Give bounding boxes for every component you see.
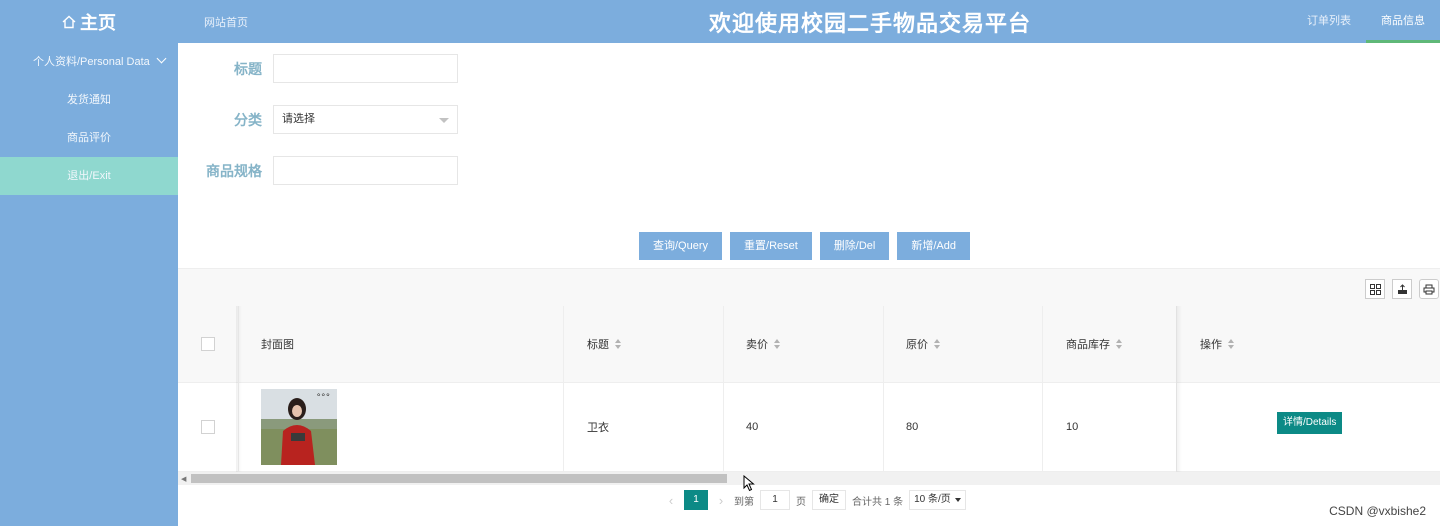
nav-item-products[interactable]: 商品信息 [1366, 0, 1440, 43]
svg-text:✿ ✿ ✿: ✿ ✿ ✿ [317, 392, 330, 397]
form-row-category: 分类 请选择 [178, 105, 458, 134]
sidebar-item-product-review[interactable]: 商品评价 [0, 119, 178, 157]
sidebar-item-exit[interactable]: 退出/Exit [0, 157, 178, 195]
title-input[interactable] [273, 54, 458, 83]
row-price: 40 [746, 421, 759, 433]
site-home-link[interactable]: 网站首页 [204, 14, 248, 30]
watermark: CSDN @vxbishe2 [1329, 504, 1426, 518]
sort-icon[interactable] [1228, 339, 1235, 349]
spec-label: 商品规格 [206, 162, 262, 179]
row-stock: 10 [1066, 421, 1079, 433]
sort-icon[interactable] [615, 339, 622, 349]
select-all-checkbox[interactable] [201, 306, 215, 382]
table-header: 封面图 标题 卖价 原价 商品库存 操作 [178, 306, 1440, 383]
details-button[interactable]: 详情/Details [1277, 412, 1343, 434]
print-icon[interactable] [1419, 279, 1439, 299]
reset-button[interactable]: 重置/Reset [730, 232, 812, 260]
page-size-value: 10 条/页 [914, 494, 951, 505]
sort-icon[interactable] [934, 339, 941, 349]
total-count: 合计共 1 条 [852, 496, 904, 508]
main-content: 标题 分类 请选择 商品规格 查询/Query 重置/Reset 删除/Del … [178, 43, 1440, 526]
table-row: ✿ ✿ ✿ 卫衣 40 80 10 详情/Details [178, 383, 1440, 472]
next-page-icon[interactable]: › [714, 493, 728, 508]
home-link[interactable]: 主页 [0, 0, 178, 43]
category-label: 分类 [234, 111, 262, 128]
mouse-cursor-icon [743, 475, 755, 492]
action-buttons: 查询/Query 重置/Reset 删除/Del 新增/Add [639, 232, 971, 260]
caret-down-icon [439, 118, 449, 123]
scroll-left-icon[interactable]: ◀ [181, 475, 186, 483]
current-page[interactable]: 1 [684, 490, 708, 510]
category-select-value: 请选择 [282, 113, 315, 125]
top-nav: 订单列表 商品信息 [1292, 0, 1440, 43]
sidebar-item-label: 个人资料/Personal Data [33, 56, 150, 68]
column-header-stock[interactable]: 商品库存 [1066, 306, 1123, 382]
form-row-spec: 商品规格 [178, 156, 458, 185]
goto-page-input[interactable]: 1 [760, 490, 790, 510]
pagination: ‹ 1 › 到第 1 页 确定 合计共 1 条 10 条/页 [664, 490, 966, 510]
title-label: 标题 [234, 60, 262, 77]
sort-icon[interactable] [1116, 339, 1123, 349]
row-title: 卫衣 [587, 422, 609, 434]
prev-page-icon[interactable]: ‹ [664, 493, 678, 508]
category-select[interactable]: 请选择 [273, 105, 458, 134]
product-table: 封面图 标题 卖价 原价 商品库存 操作 ✿ ✿ ✿ 卫衣 40 80 10 详… [178, 306, 1440, 472]
sidebar: 个人资料/Personal Data 发货通知 商品评价 退出/Exit [0, 43, 178, 526]
columns-icon[interactable] [1365, 279, 1385, 299]
column-header-original-price[interactable]: 原价 [906, 306, 941, 382]
add-button[interactable]: 新增/Add [897, 232, 971, 260]
fixed-column-shadow [1176, 306, 1182, 472]
column-header-price[interactable]: 卖价 [746, 306, 781, 382]
horizontal-scrollbar[interactable]: ◀ [178, 472, 1440, 485]
chevron-down-icon [156, 53, 167, 64]
caret-down-icon [954, 498, 961, 502]
spec-input[interactable] [273, 156, 458, 185]
home-label: 主页 [80, 12, 116, 33]
delete-button[interactable]: 删除/Del [819, 232, 890, 260]
nav-item-orders[interactable]: 订单列表 [1292, 0, 1366, 43]
export-icon[interactable] [1392, 279, 1412, 299]
goto-label: 到第 [734, 496, 754, 508]
form-row-title: 标题 [178, 54, 458, 83]
sort-icon[interactable] [774, 339, 781, 349]
fixed-column-shadow [236, 306, 242, 472]
query-button[interactable]: 查询/Query [639, 232, 723, 260]
row-checkbox[interactable] [201, 383, 215, 471]
page-size-select[interactable]: 10 条/页 [909, 490, 966, 510]
table-toolbar [178, 268, 1440, 306]
row-actions: 详情/Details [1277, 383, 1343, 471]
cover-image-cell: ✿ ✿ ✿ [261, 383, 337, 471]
page-unit-label: 页 [796, 496, 806, 508]
column-header-cover: 封面图 [261, 339, 294, 351]
top-header: 主页 网站首页 欢迎使用校园二手物品交易平台 订单列表 商品信息 [0, 0, 1440, 43]
goto-confirm-button[interactable]: 确定 [812, 490, 846, 510]
sidebar-item-shipping-notice[interactable]: 发货通知 [0, 81, 178, 119]
row-original-price: 80 [906, 421, 919, 433]
sidebar-item-personal-data[interactable]: 个人资料/Personal Data [0, 43, 178, 81]
column-header-actions[interactable]: 操作 [1200, 306, 1235, 382]
column-header-title[interactable]: 标题 [587, 306, 622, 382]
scrollbar-thumb[interactable] [191, 474, 727, 483]
home-icon [62, 15, 76, 28]
product-cover-image[interactable]: ✿ ✿ ✿ [261, 389, 337, 465]
